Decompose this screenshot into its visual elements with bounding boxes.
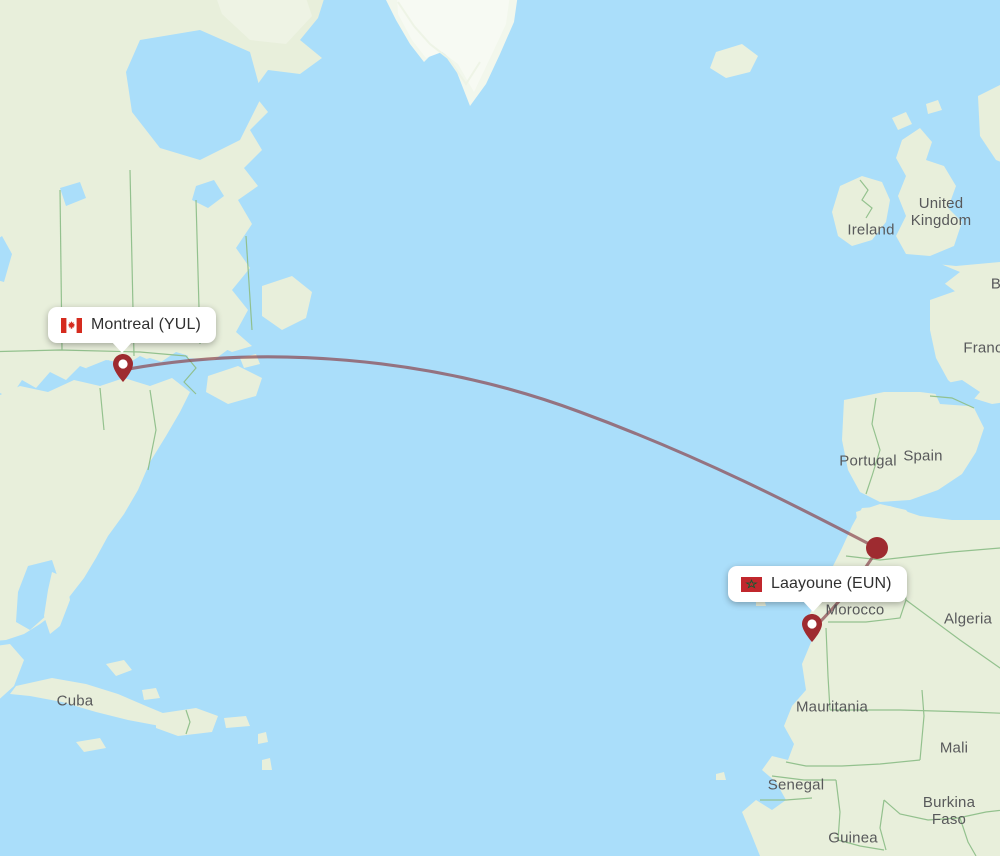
destination-tooltip-label: Laayoune (EUN) bbox=[771, 575, 892, 592]
morocco-flag-icon bbox=[741, 576, 762, 592]
origin-tooltip-label: Montreal (YUL) bbox=[91, 316, 201, 333]
destination-tooltip-laayoune[interactable]: Laayoune (EUN) bbox=[728, 566, 907, 612]
morocco-flag bbox=[741, 576, 762, 592]
route-path-yul-cmn bbox=[121, 355, 875, 548]
tooltip-arrow bbox=[111, 341, 133, 353]
tooltip-arrow bbox=[802, 600, 824, 612]
destination-pin-laayoune[interactable] bbox=[802, 614, 822, 642]
map-pin-icon bbox=[802, 614, 822, 642]
canada-flag-icon bbox=[61, 317, 82, 333]
map-pin-icon bbox=[113, 354, 133, 382]
route-waypoint-dot[interactable] bbox=[866, 537, 888, 559]
canada-flag bbox=[61, 317, 82, 333]
origin-tooltip-montreal[interactable]: Montreal (YUL) bbox=[48, 307, 216, 353]
route-layer bbox=[121, 355, 879, 630]
origin-pin-montreal[interactable] bbox=[113, 354, 133, 382]
flight-route-map[interactable]: Ireland United Kingdom B Franc Portugal Spain… bbox=[0, 0, 1000, 856]
